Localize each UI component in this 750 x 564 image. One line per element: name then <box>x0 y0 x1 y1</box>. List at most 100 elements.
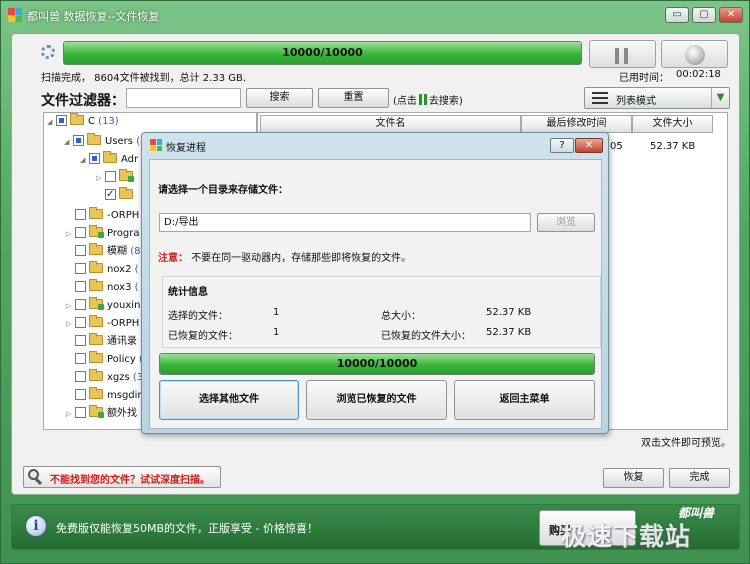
tree-checkbox[interactable] <box>56 115 67 126</box>
finish-button[interactable]: 完成 <box>669 468 730 488</box>
elapsed-value: 00:02:18 <box>676 69 721 80</box>
deep-scan-button[interactable]: 不能找到您的文件？试试深度扫描。 <box>23 466 221 488</box>
tree-checkbox[interactable] <box>105 186 116 204</box>
tree-checkbox[interactable] <box>75 209 86 220</box>
filter-label: 文件过滤器： <box>41 93 125 109</box>
tree-checkbox[interactable] <box>75 389 86 400</box>
browse-button[interactable]: 浏览 <box>537 213 595 232</box>
deep-scan-label: 不能找到您的文件？试试深度扫描。 <box>50 475 210 486</box>
file-row-modified: 05 <box>610 141 623 152</box>
folder-icon <box>119 187 133 199</box>
tree-item[interactable]: -ORPH <box>66 207 139 225</box>
tree-item-count: ( <box>134 282 139 293</box>
tree-checkbox[interactable] <box>75 245 86 256</box>
footer-info: 免费版仅能恢复50MB的文件，正版享受 - 价格惊喜！ <box>56 522 318 535</box>
tree-item-label: -ORPH <box>107 318 140 329</box>
tree-item[interactable]: nox3 ( <box>66 279 139 297</box>
tree-checkbox[interactable] <box>75 281 86 292</box>
stop-button[interactable] <box>661 40 728 68</box>
tree-checkbox[interactable] <box>73 135 84 146</box>
total-size-label: 总大小： <box>381 311 421 322</box>
minimize-button[interactable]: ▭ <box>665 7 689 23</box>
tree-item[interactable]: msgdir <box>66 387 142 405</box>
tree-item-label: nox2 <box>107 264 132 275</box>
tree-item[interactable]: ▷ <box>96 169 137 187</box>
tree-checkbox[interactable] <box>89 153 100 164</box>
tree-checkbox[interactable] <box>75 335 86 346</box>
recovery-dialog: 恢复进程 ? ✕ 请选择一个目录来存储文件： D:/导出 浏览 注意： 不要在同… <box>141 132 609 434</box>
tree-checkbox[interactable] <box>75 227 86 238</box>
tree-item-label: 通讯录 <box>107 336 137 347</box>
tree-item[interactable]: ▷ Progra <box>66 225 139 243</box>
file-row-size: 52.37 KB <box>650 141 696 152</box>
search-button[interactable]: 搜索 <box>246 88 313 108</box>
reset-button[interactable]: 重置 <box>318 88 389 108</box>
tree-checkbox[interactable] <box>75 371 86 382</box>
filter-input[interactable] <box>126 88 241 108</box>
recovery-progress-text: 10000/10000 <box>336 357 418 370</box>
pause-button[interactable] <box>589 40 656 68</box>
dialog-help-button[interactable]: ? <box>550 138 574 153</box>
preview-hint: 双击文件即可预览。 <box>641 438 731 449</box>
folder-icon <box>89 207 103 219</box>
tree-item[interactable]: ◢ Adr <box>80 151 138 169</box>
tree-checkbox[interactable] <box>75 317 86 328</box>
selected-files-label: 选择的文件： <box>168 311 228 322</box>
column-header-name[interactable]: 文件名 <box>260 115 521 133</box>
search-hint-suffix: 去搜索) <box>428 96 463 107</box>
recovery-progress-bar: 10000/10000 <box>159 353 595 375</box>
tree-item[interactable]: nox2 ( <box>66 261 139 279</box>
select-other-files-button[interactable]: 选择其他文件 <box>159 380 299 420</box>
tree-item[interactable]: ▷ -ORPH <box>66 315 139 333</box>
tree-item-label: msgdir <box>107 390 142 401</box>
tree-item-count: ( <box>134 264 139 275</box>
stats-title: 统计信息 <box>168 287 208 298</box>
tree-item[interactable]: xgzs (3 <box>66 369 143 387</box>
column-header-size[interactable]: 文件大小 <box>632 115 713 133</box>
tree-checkbox[interactable] <box>75 263 86 274</box>
folder-icon <box>89 297 104 310</box>
pause-icon <box>615 48 629 64</box>
view-mode-select[interactable]: 列表模式 ▼ <box>584 87 730 109</box>
tree-item-label: nox3 <box>107 282 132 293</box>
save-path-input[interactable]: D:/导出 <box>159 213 531 232</box>
loading-spinner-icon <box>41 45 55 59</box>
tree-item[interactable]: ◢ C (13) <box>47 113 119 131</box>
dialog-close-button[interactable]: ✕ <box>575 138 603 153</box>
browse-recovered-button[interactable]: 浏览已恢复的文件 <box>306 380 447 420</box>
tree-checkbox[interactable] <box>105 171 116 182</box>
tree-item[interactable]: 模糊 (8 <box>66 243 140 261</box>
tree-checkbox[interactable] <box>75 407 86 418</box>
app-logo-icon <box>8 8 22 22</box>
maximize-button[interactable]: ▢ <box>692 7 716 23</box>
close-button[interactable]: ✕ <box>719 7 743 23</box>
tree-item-label: youxin <box>107 300 141 311</box>
tree-item[interactable] <box>96 186 137 205</box>
stop-icon <box>685 45 705 65</box>
tree-item[interactable]: ▷ 额外找 <box>66 405 137 423</box>
dialog-note: 注意： 不要在同一驱动器内，存储那些即将恢复的文件。 <box>158 249 411 264</box>
back-to-main-menu-button[interactable]: 返回主菜单 <box>454 380 595 420</box>
tree-item[interactable]: Policy ( <box>66 351 143 369</box>
folder-icon <box>89 333 103 345</box>
column-header-modified[interactable]: 最后修改时间 <box>521 115 632 133</box>
tree-checkbox[interactable] <box>75 353 86 364</box>
note-text: 不要在同一驱动器内，存储那些即将恢复的文件。 <box>191 253 412 264</box>
tree-item-label: -ORPH <box>107 210 140 221</box>
folder-icon <box>89 369 103 381</box>
tree-item[interactable]: 通讯录 <box>66 333 137 351</box>
info-icon: i <box>25 515 47 537</box>
magnifier-icon <box>28 469 43 486</box>
tree-item[interactable]: ◢ Users ( <box>64 133 140 151</box>
search-hint: (点击 去搜索) <box>393 92 463 107</box>
title-bar: 都叫兽 数据恢复--文件恢复 ▭ ▢ ✕ <box>1 1 750 29</box>
view-mode-value: 列表模式 <box>616 96 656 107</box>
tree-item-label: C <box>88 116 95 127</box>
tree-item[interactable]: ▷ youxin <box>66 297 140 315</box>
tree-item-label: xgzs <box>107 372 130 383</box>
folder-icon <box>119 169 134 182</box>
folder-icon <box>103 151 117 163</box>
stats-group: 统计信息 选择的文件： 1 总大小： 52.37 KB 已恢复的文件： 1 已恢… <box>162 276 601 348</box>
tree-checkbox[interactable] <box>75 299 86 310</box>
recover-button[interactable]: 恢复 <box>603 468 664 488</box>
